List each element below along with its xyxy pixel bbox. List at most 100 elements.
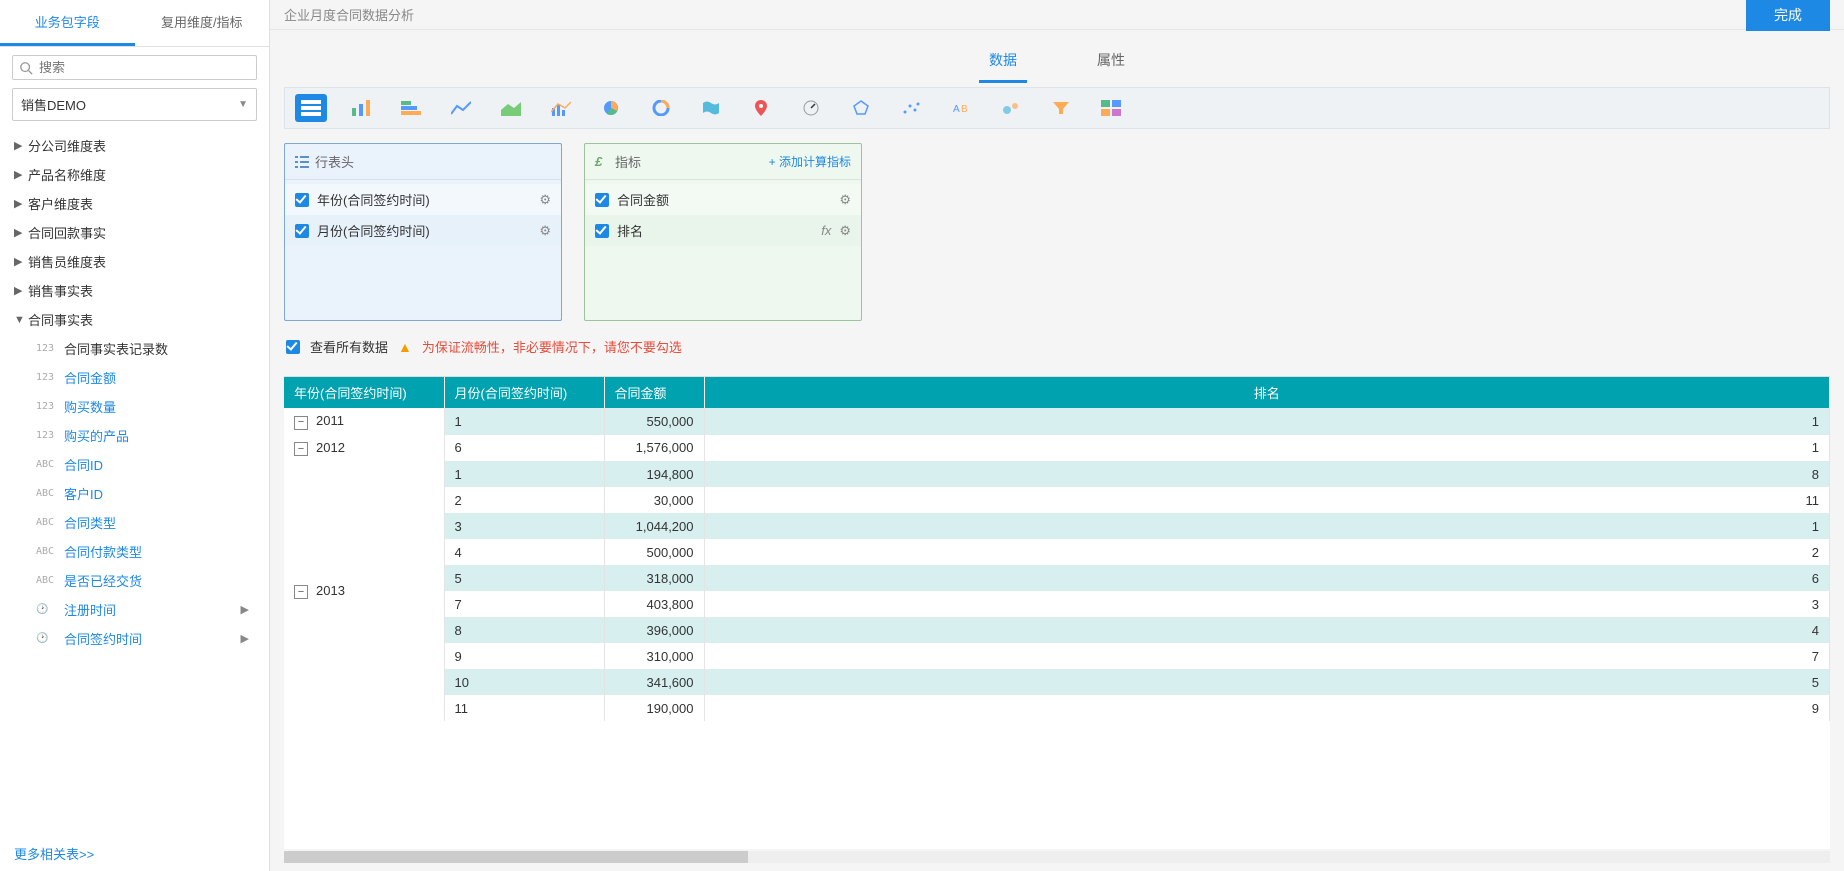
tree-leaf[interactable]: 🕑注册时间▶ — [10, 595, 259, 624]
caret-right-icon: ▶ — [14, 226, 28, 239]
more-tables-link[interactable]: 更多相关表>> — [0, 836, 269, 871]
hbar-chart-icon[interactable] — [395, 94, 427, 122]
table-row[interactable]: 5318,0006 — [284, 565, 1830, 591]
measure-shelf-item[interactable]: 合同金额⚙ — [585, 184, 861, 215]
month-cell: 6 — [444, 435, 604, 462]
table-icon[interactable] — [295, 94, 327, 122]
row-shelf: 行表头 年份(合同签约时间)⚙月份(合同签约时间)⚙ — [284, 143, 562, 321]
tab-attributes[interactable]: 属性 — [1087, 44, 1135, 83]
tree-leaf[interactable]: 123合同金额 — [10, 363, 259, 392]
donut-chart-icon[interactable] — [645, 94, 677, 122]
sidebar-tab-fields[interactable]: 业务包字段 — [0, 0, 135, 46]
table-row[interactable]: −20111550,0001 — [284, 408, 1830, 435]
table-row[interactable]: 10341,6005 — [284, 669, 1830, 695]
table-row[interactable]: −201261,576,0001 — [284, 435, 1830, 462]
chevron-down-icon: ▼ — [238, 99, 248, 110]
rank-cell: 8 — [704, 461, 1830, 487]
line-chart-icon[interactable] — [445, 94, 477, 122]
table-row[interactable]: 7403,8003 — [284, 591, 1830, 617]
field-type-123: 123 — [36, 343, 56, 354]
pie-chart-icon[interactable] — [595, 94, 627, 122]
col-month[interactable]: 月份(合同签约时间) — [444, 377, 604, 408]
checkbox[interactable] — [595, 193, 609, 207]
caret-right-icon: ▶ — [14, 255, 28, 268]
tree-leaf[interactable]: ABC合同ID — [10, 450, 259, 479]
table-row[interactable]: 31,044,2001 — [284, 513, 1830, 539]
tree-leaf[interactable]: 123购买的产品 — [10, 421, 259, 450]
measure-shelf-body[interactable]: 合同金额⚙排名fx ⚙ — [585, 180, 861, 320]
tree-node[interactable]: ▶销售员维度表 — [10, 247, 259, 276]
data-table: 年份(合同签约时间) 月份(合同签约时间) 合同金额 排名 −20111550,… — [284, 377, 1830, 721]
dataset-select[interactable]: 销售DEMO ▼ — [12, 88, 257, 121]
field-type-ABC: ABC — [36, 575, 56, 586]
field-type-ABC: ABC — [36, 517, 56, 528]
tree-node[interactable]: ▶合同回款事实 — [10, 218, 259, 247]
radar-icon[interactable] — [845, 94, 877, 122]
tree-leaf[interactable]: 123合同事实表记录数 — [10, 334, 259, 363]
point-map-icon[interactable] — [745, 94, 777, 122]
col-amount[interactable]: 合同金额 — [604, 377, 704, 408]
table-row[interactable]: 11190,0009 — [284, 695, 1830, 721]
tree-node-label: 产品名称维度 — [28, 165, 106, 184]
tree-leaf[interactable]: 123购买数量 — [10, 392, 259, 421]
table-row[interactable]: 230,00011 — [284, 487, 1830, 513]
dashboard-icon[interactable] — [1095, 94, 1127, 122]
amount-cell: 403,800 — [604, 591, 704, 617]
measure-shelf-item[interactable]: 排名fx ⚙ — [585, 215, 861, 246]
table-row[interactable]: 8396,0004 — [284, 617, 1830, 643]
collapse-icon[interactable]: − — [294, 416, 308, 430]
sidebar-tabs: 业务包字段 复用维度/指标 — [0, 0, 269, 47]
checkbox[interactable] — [295, 224, 309, 238]
tree-leaf[interactable]: ABC合同付款类型 — [10, 537, 259, 566]
collapse-icon[interactable]: − — [294, 585, 308, 599]
combo-chart-icon[interactable] — [545, 94, 577, 122]
tree-node-label: 销售事实表 — [28, 281, 93, 300]
table-row[interactable]: 9310,0007 — [284, 643, 1830, 669]
funnel-icon[interactable] — [1045, 94, 1077, 122]
gear-icon[interactable]: ⚙ — [839, 192, 851, 208]
map-icon[interactable] — [695, 94, 727, 122]
add-calc-measure-link[interactable]: + 添加计算指标 — [769, 153, 851, 170]
area-chart-icon[interactable] — [495, 94, 527, 122]
tree-leaf[interactable]: 🕑合同签约时间▶ — [10, 624, 259, 653]
caret-down-icon: ▼ — [14, 314, 28, 326]
checkbox[interactable] — [295, 193, 309, 207]
tree-leaf[interactable]: ABC客户ID — [10, 479, 259, 508]
col-year[interactable]: 年份(合同签约时间) — [284, 377, 444, 408]
row-shelf-item[interactable]: 年份(合同签约时间)⚙ — [285, 184, 561, 215]
row-shelf-body[interactable]: 年份(合同签约时间)⚙月份(合同签约时间)⚙ — [285, 180, 561, 320]
tree-node[interactable]: ▶客户维度表 — [10, 189, 259, 218]
view-all-checkbox[interactable] — [286, 340, 300, 354]
horizontal-scrollbar[interactable] — [284, 851, 1830, 863]
table-row[interactable]: −20131194,8008 — [284, 461, 1830, 487]
gauge-icon[interactable] — [795, 94, 827, 122]
fx-icon[interactable]: fx — [821, 223, 831, 238]
gear-icon[interactable]: ⚙ — [539, 192, 551, 208]
tree-node[interactable]: ▼合同事实表 — [10, 305, 259, 334]
table-row[interactable]: 4500,0002 — [284, 539, 1830, 565]
month-cell: 11 — [444, 695, 604, 721]
search-box[interactable] — [12, 55, 257, 80]
tree-leaf[interactable]: ABC合同类型 — [10, 508, 259, 537]
gear-icon[interactable]: ⚙ — [839, 223, 851, 239]
gear-icon[interactable]: ⚙ — [539, 223, 551, 239]
month-cell: 1 — [444, 408, 604, 435]
done-button[interactable]: 完成 — [1746, 0, 1830, 31]
col-rank[interactable]: 排名 — [704, 377, 1830, 408]
scatter-icon[interactable] — [895, 94, 927, 122]
tree-node[interactable]: ▶产品名称维度 — [10, 160, 259, 189]
tree-leaf[interactable]: ABC是否已经交货 — [10, 566, 259, 595]
text-chart-icon[interactable]: AB — [945, 94, 977, 122]
month-cell: 3 — [444, 513, 604, 539]
bar-chart-icon[interactable] — [345, 94, 377, 122]
row-shelf-item[interactable]: 月份(合同签约时间)⚙ — [285, 215, 561, 246]
checkbox[interactable] — [595, 224, 609, 238]
bubble-icon[interactable] — [995, 94, 1027, 122]
tree-node[interactable]: ▶分公司维度表 — [10, 131, 259, 160]
tree-node[interactable]: ▶销售事实表 — [10, 276, 259, 305]
search-input[interactable] — [39, 60, 250, 75]
field-type-123: 123 — [36, 401, 56, 412]
sidebar-tab-reuse[interactable]: 复用维度/指标 — [135, 0, 270, 46]
tab-data[interactable]: 数据 — [979, 44, 1027, 83]
collapse-icon[interactable]: − — [294, 442, 308, 456]
